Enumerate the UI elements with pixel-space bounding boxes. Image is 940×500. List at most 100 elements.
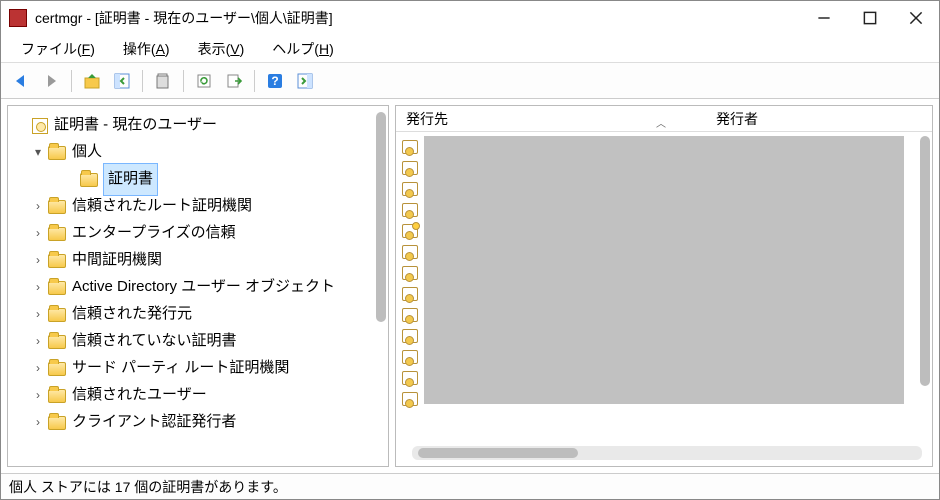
refresh-button[interactable] — [190, 67, 218, 95]
expand-toggle-icon[interactable]: › — [30, 276, 46, 299]
tree-item-label: エンタープライズの信頼 — [72, 219, 236, 248]
tree-item[interactable]: › エンタープライズの信頼 — [10, 220, 386, 247]
folder-icon — [48, 200, 66, 214]
certificate-icon — [402, 329, 418, 343]
scrollbar-vertical[interactable] — [920, 136, 930, 386]
tree-item-label: 信頼されたルート証明機関 — [72, 192, 252, 221]
folder-icon — [80, 173, 98, 187]
menu-file[interactable]: ファイル(F) — [7, 37, 109, 61]
folder-icon — [48, 308, 66, 322]
action-pane-button[interactable] — [291, 67, 319, 95]
scrollbar-horizontal[interactable] — [412, 446, 922, 460]
toolbar-separator — [142, 70, 143, 92]
certificate-icon — [402, 161, 418, 175]
status-text: 個人 ストアには 17 個の証明書があります。 — [9, 479, 287, 495]
list-header: 発行先 ︿ 発行者 — [396, 106, 932, 132]
toolbar: ? — [1, 63, 939, 99]
folder-icon — [48, 389, 66, 403]
expand-toggle-icon[interactable]: ▾ — [30, 141, 46, 164]
folder-icon — [48, 146, 66, 160]
menu-bar: ファイル(F) 操作(A) 表示(V) ヘルプ(H) — [1, 35, 939, 63]
folder-icon — [48, 416, 66, 430]
expand-toggle-icon[interactable]: › — [30, 195, 46, 218]
column-issuer[interactable]: 発行者 — [706, 109, 932, 129]
up-button[interactable] — [78, 67, 106, 95]
scrollbar-vertical[interactable] — [376, 112, 386, 322]
folder-icon — [48, 254, 66, 268]
certificate-icon — [402, 224, 418, 238]
tree-item-label: 中間証明機関 — [72, 246, 162, 275]
tree-item-label: 信頼されていない証明書 — [72, 327, 237, 356]
menu-view[interactable]: 表示(V) — [184, 37, 259, 61]
minimize-button[interactable] — [801, 1, 847, 35]
expand-toggle-icon[interactable]: › — [30, 249, 46, 272]
toolbar-separator — [254, 70, 255, 92]
certificate-icon — [402, 203, 418, 217]
folder-icon — [48, 227, 66, 241]
certificate-icon — [402, 350, 418, 364]
certificate-icon — [402, 182, 418, 196]
tree-pane: 証明書 - 現在のユーザー ▾ 個人証明書 › 信頼されたルート証明機関 › エンタープライ… — [7, 105, 389, 467]
list-body[interactable] — [396, 132, 932, 442]
tree-item[interactable]: › Active Directory ユーザー オブジェクト — [10, 274, 386, 301]
certificate-icon — [402, 371, 418, 385]
main-area: 証明書 - 現在のユーザー ▾ 個人証明書 › 信頼されたルート証明機関 › エンタープライ… — [1, 99, 939, 473]
folder-icon — [48, 362, 66, 376]
redacted-area — [424, 136, 904, 404]
expand-toggle-icon[interactable]: › — [30, 303, 46, 326]
tree-item[interactable]: 証明書 - 現在のユーザー — [10, 112, 386, 139]
tree-item-label: Active Directory ユーザー オブジェクト — [72, 273, 335, 302]
properties-button[interactable] — [149, 67, 177, 95]
certificate-icon — [402, 287, 418, 301]
expand-toggle-icon[interactable]: › — [30, 222, 46, 245]
help-button[interactable]: ? — [261, 67, 289, 95]
expand-toggle-icon[interactable]: › — [30, 411, 46, 434]
expand-toggle-icon[interactable]: › — [30, 384, 46, 407]
folder-icon — [48, 281, 66, 295]
tree-item[interactable]: › サード パーティ ルート証明機関 — [10, 355, 386, 382]
tree-item-label: 個人 — [72, 138, 102, 167]
tree-item[interactable]: › 信頼されたユーザー — [10, 382, 386, 409]
tree-item[interactable]: › 信頼されたルート証明機関 — [10, 193, 386, 220]
certificate-icon — [402, 266, 418, 280]
toolbar-separator — [183, 70, 184, 92]
menu-action[interactable]: 操作(A) — [109, 37, 184, 61]
tree-item[interactable]: › クライアント認証発行者 — [10, 409, 386, 436]
certificate-icon — [402, 392, 418, 406]
tree-item[interactable]: ▾ 個人 — [10, 139, 386, 166]
column-issued-to-label: 発行先 — [406, 111, 448, 127]
certificate-icon — [402, 245, 418, 259]
sort-indicator-icon: ︿ — [656, 115, 666, 130]
tree-item[interactable]: › 信頼された発行元 — [10, 301, 386, 328]
menu-help[interactable]: ヘルプ(H) — [258, 37, 347, 61]
tree-item-label: 信頼されたユーザー — [72, 381, 207, 410]
tree-item[interactable]: 証明書 — [10, 166, 386, 193]
svg-text:?: ? — [271, 74, 278, 88]
tree-item[interactable]: › 信頼されていない証明書 — [10, 328, 386, 355]
folder-icon — [48, 335, 66, 349]
app-icon — [9, 9, 27, 27]
toolbar-separator — [71, 70, 72, 92]
tree-item-label: 証明書 — [104, 164, 157, 195]
column-issuer-label: 発行者 — [716, 111, 758, 127]
export-list-button[interactable] — [220, 67, 248, 95]
certificate-icon — [402, 308, 418, 322]
tree-item-label: クライアント認証発行者 — [72, 408, 236, 437]
tree-item-label: サード パーティ ルート証明機関 — [72, 354, 289, 383]
show-hide-tree-button[interactable] — [108, 67, 136, 95]
tree-item-label: 証明書 - 現在のユーザー — [54, 111, 217, 140]
expand-toggle-icon[interactable]: › — [30, 330, 46, 353]
expand-toggle-icon[interactable]: › — [30, 357, 46, 380]
close-button[interactable] — [893, 1, 939, 35]
window-title: certmgr - [証明書 - 現在のユーザー\個人\証明書] — [35, 8, 333, 28]
certificate-icon — [402, 140, 418, 154]
cert-root-icon — [32, 118, 48, 134]
maximize-button[interactable] — [847, 1, 893, 35]
tree-item-label: 信頼された発行元 — [72, 300, 192, 329]
status-bar: 個人 ストアには 17 個の証明書があります。 — [1, 473, 939, 499]
tree-view[interactable]: 証明書 - 現在のユーザー ▾ 個人証明書 › 信頼されたルート証明機関 › エンタープライ… — [8, 106, 388, 466]
column-issued-to[interactable]: 発行先 ︿ — [396, 109, 706, 129]
forward-button[interactable] — [37, 67, 65, 95]
back-button[interactable] — [7, 67, 35, 95]
tree-item[interactable]: › 中間証明機関 — [10, 247, 386, 274]
